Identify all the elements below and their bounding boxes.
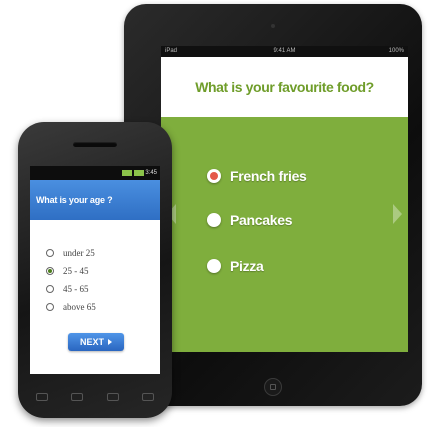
tablet-status-bar: iPad 9:41 AM 100% (161, 46, 408, 57)
phone-option-label: above 65 (63, 302, 96, 312)
tablet-question-text: What is your favourite food? (195, 79, 374, 95)
tablet-option-french-fries[interactable]: French fries (207, 168, 307, 184)
phone-option-under-25[interactable]: under 25 (46, 248, 95, 258)
phone-screen: 3:45 What is your age ? under 25 25 - 45… (30, 166, 160, 374)
menu-icon[interactable] (71, 393, 84, 401)
search-icon[interactable] (141, 393, 154, 401)
phone-option-label: under 25 (63, 248, 95, 258)
tablet-option-label: Pancakes (230, 212, 293, 228)
phone-status-bar: 3:45 (30, 166, 160, 180)
phone-speaker (73, 142, 117, 147)
back-icon[interactable] (36, 393, 48, 401)
phone-question-header: What is your age ? (30, 180, 160, 220)
tablet-camera (271, 24, 275, 28)
radio-selected-icon[interactable] (46, 267, 54, 275)
tablet-home-button-icon[interactable] (264, 378, 282, 396)
phone-nav-bar (36, 390, 154, 404)
home-icon[interactable] (106, 393, 119, 401)
phone-device: 3:45 What is your age ? under 25 25 - 45… (18, 122, 172, 418)
tablet-option-label: Pizza (230, 258, 264, 274)
tablet-option-label: French fries (230, 168, 307, 184)
phone-option-label: 25 - 45 (63, 266, 89, 276)
phone-option-25-45[interactable]: 25 - 45 (46, 266, 89, 276)
signal-icon (122, 170, 144, 176)
radio-unselected-icon[interactable] (207, 213, 221, 227)
tablet-screen: iPad 9:41 AM 100% What is your favourite… (161, 46, 408, 352)
tablet-status-time: 9:41 AM (273, 48, 296, 54)
next-arrow-icon[interactable] (393, 204, 402, 224)
chevron-right-icon (108, 339, 112, 345)
next-button-label: NEXT (79, 337, 104, 347)
next-button[interactable]: NEXT (68, 333, 124, 351)
radio-unselected-icon[interactable] (46, 285, 54, 293)
phone-option-above-65[interactable]: above 65 (46, 302, 96, 312)
phone-option-45-65[interactable]: 45 - 65 (46, 284, 89, 294)
tablet-option-pancakes[interactable]: Pancakes (207, 212, 293, 228)
radio-unselected-icon[interactable] (46, 249, 54, 257)
phone-question-text: What is your age ? (36, 195, 113, 205)
radio-selected-icon[interactable] (207, 169, 221, 183)
tablet-status-battery: 100% (388, 48, 404, 54)
tablet-question-header: What is your favourite food? (161, 57, 408, 117)
tablet-option-pizza[interactable]: Pizza (207, 258, 264, 274)
radio-unselected-icon[interactable] (207, 259, 221, 273)
phone-status-time: 3:45 (145, 170, 157, 176)
radio-unselected-icon[interactable] (46, 303, 54, 311)
phone-option-label: 45 - 65 (63, 284, 89, 294)
